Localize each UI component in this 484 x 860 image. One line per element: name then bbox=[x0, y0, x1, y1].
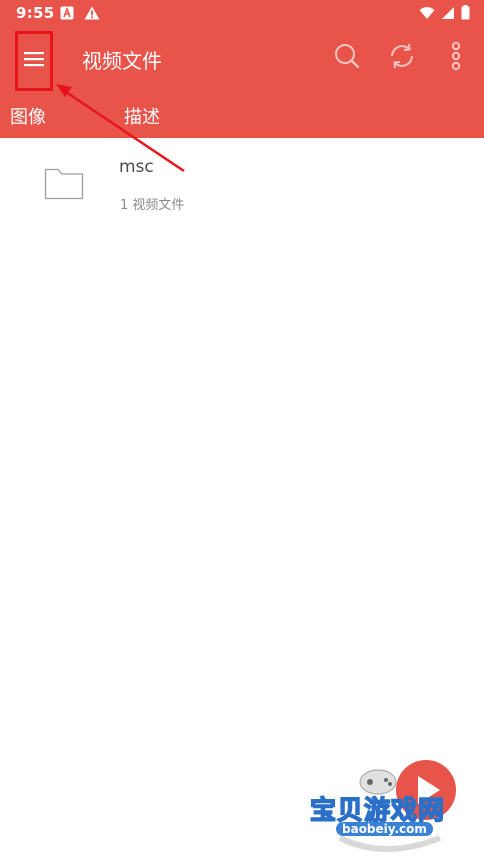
menu-button[interactable] bbox=[15, 31, 53, 91]
warning-icon bbox=[84, 5, 100, 24]
tab-bar: 图像 描述 bbox=[0, 92, 484, 138]
tab-images[interactable]: 图像 bbox=[10, 103, 46, 129]
watermark-logo: 宝贝游戏网 baobeiy.com bbox=[300, 752, 470, 852]
status-time: 9:55 bbox=[16, 4, 55, 22]
watermark-domain: baobeiy.com bbox=[336, 822, 433, 836]
battery-icon bbox=[461, 4, 470, 24]
tab-description[interactable]: 描述 bbox=[124, 103, 160, 129]
wifi-icon bbox=[419, 5, 435, 24]
signal-icon bbox=[441, 5, 455, 24]
status-system-icons bbox=[419, 4, 470, 24]
hamburger-menu-icon bbox=[23, 50, 45, 72]
status-notification-icons bbox=[60, 6, 100, 22]
folder-name: msc bbox=[119, 157, 154, 177]
folder-list: msc 1 视频文件 bbox=[0, 138, 484, 234]
refresh-button[interactable] bbox=[386, 42, 418, 74]
list-item[interactable]: msc 1 视频文件 bbox=[0, 138, 484, 234]
more-vert-icon bbox=[450, 41, 462, 75]
more-options-button[interactable] bbox=[440, 41, 472, 75]
folder-file-count: 1 视频文件 bbox=[120, 198, 185, 213]
search-icon bbox=[333, 42, 361, 74]
page-title: 视频文件 bbox=[82, 49, 162, 73]
app-bar: 视频文件 bbox=[0, 28, 484, 92]
status-bar: 9:55 bbox=[0, 0, 484, 28]
refresh-icon bbox=[387, 41, 417, 75]
screen: 9:55 视频文件 图像 描述 msc 1 视频文件 宝贝游戏网 baobeiy… bbox=[0, 0, 484, 860]
search-button[interactable] bbox=[331, 42, 363, 74]
folder-icon bbox=[44, 166, 84, 200]
app-a-icon bbox=[60, 5, 74, 24]
